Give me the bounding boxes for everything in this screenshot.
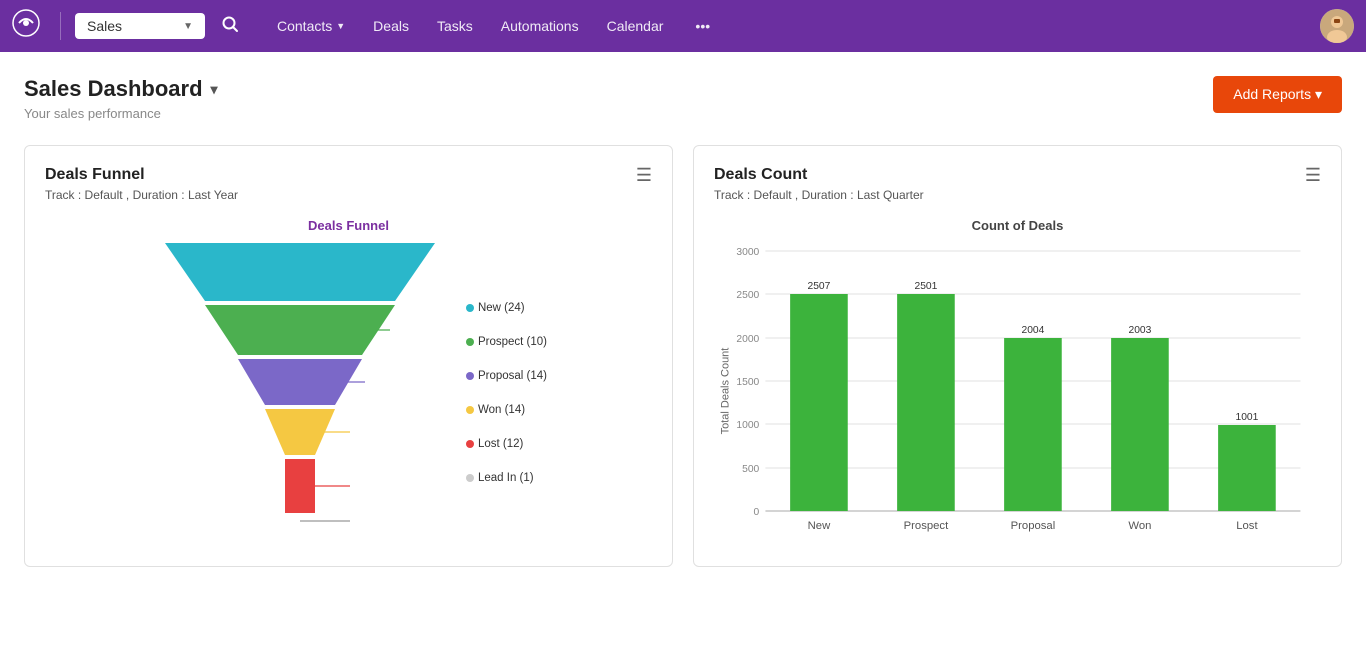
page-title: Sales Dashboard ▾ bbox=[24, 76, 218, 102]
funnel-label-proposal: Proposal (14) bbox=[466, 370, 547, 382]
funnel-dot-proposal bbox=[466, 372, 474, 380]
funnel-label-leadin: Lead In (1) bbox=[466, 472, 547, 484]
navbar: Sales ▼ Contacts ▼ Deals Tasks Automatio… bbox=[0, 0, 1366, 52]
sales-dropdown[interactable]: Sales ▼ bbox=[75, 13, 205, 39]
bar-chart-container: Total Deals Count 3000 2500 2000 1500 bbox=[714, 241, 1321, 546]
svg-text:2004: 2004 bbox=[1022, 325, 1045, 336]
add-reports-button[interactable]: Add Reports ▾ bbox=[1213, 76, 1342, 113]
svg-text:New: New bbox=[808, 520, 832, 532]
title-dropdown-icon[interactable]: ▾ bbox=[211, 81, 218, 98]
sales-dropdown-label: Sales bbox=[87, 18, 122, 34]
bar-card: Deals Count Track : Default , Duration :… bbox=[693, 145, 1342, 567]
page-subtitle: Your sales performance bbox=[24, 106, 218, 121]
dropdown-arrow-icon: ▼ bbox=[183, 21, 193, 32]
svg-text:2000: 2000 bbox=[736, 334, 759, 345]
main-content: Sales Dashboard ▾ Your sales performance… bbox=[0, 52, 1366, 656]
search-icon[interactable] bbox=[213, 15, 247, 38]
bar-chart-title: Count of Deals bbox=[714, 218, 1321, 233]
nav-links: Contacts ▼ Deals Tasks Automations Calen… bbox=[263, 12, 724, 40]
bar-chart-svg: Total Deals Count 3000 2500 2000 1500 bbox=[714, 241, 1321, 541]
funnel-dot-leadin bbox=[466, 474, 474, 482]
nav-divider bbox=[60, 12, 61, 40]
funnel-card: Deals Funnel Track : Default , Duration … bbox=[24, 145, 673, 567]
app-logo bbox=[12, 9, 40, 43]
svg-text:Lost: Lost bbox=[1236, 520, 1258, 532]
funnel-title: Deals Funnel bbox=[45, 166, 652, 184]
svg-text:Won: Won bbox=[1128, 520, 1151, 532]
nav-calendar[interactable]: Calendar bbox=[593, 12, 678, 40]
svg-text:Proposal: Proposal bbox=[1011, 520, 1056, 532]
nav-automations[interactable]: Automations bbox=[487, 12, 593, 40]
funnel-dot-prospect bbox=[466, 338, 474, 346]
svg-text:1500: 1500 bbox=[736, 377, 759, 388]
page-title-block: Sales Dashboard ▾ Your sales performance bbox=[24, 76, 218, 121]
bar-new bbox=[790, 294, 848, 511]
funnel-dot-new bbox=[466, 304, 474, 312]
funnel-subtitle: Track : Default , Duration : Last Year bbox=[45, 188, 652, 202]
funnel-svg bbox=[150, 243, 450, 538]
svg-text:0: 0 bbox=[754, 507, 760, 518]
svg-text:Total Deals Count: Total Deals Count bbox=[719, 347, 731, 435]
nav-more[interactable]: ••• bbox=[681, 12, 724, 40]
nav-deals[interactable]: Deals bbox=[359, 12, 423, 40]
funnel-chart-title: Deals Funnel bbox=[45, 218, 652, 233]
bar-prospect bbox=[897, 294, 955, 511]
bar-title: Deals Count bbox=[714, 166, 1321, 184]
nav-tasks[interactable]: Tasks bbox=[423, 12, 487, 40]
svg-text:3000: 3000 bbox=[736, 247, 759, 258]
funnel-labels: New (24) Prospect (10) Proposal (14) Won… bbox=[466, 298, 547, 484]
bar-lost bbox=[1218, 425, 1276, 511]
funnel-label-lost: Lost (12) bbox=[466, 438, 547, 450]
funnel-dot-lost bbox=[466, 440, 474, 448]
svg-text:Prospect: Prospect bbox=[904, 520, 950, 532]
funnel-dot-won bbox=[466, 406, 474, 414]
nav-contacts[interactable]: Contacts ▼ bbox=[263, 12, 359, 40]
funnel-label-prospect: Prospect (10) bbox=[466, 336, 547, 348]
funnel-label-new: New (24) bbox=[466, 302, 547, 314]
svg-text:2003: 2003 bbox=[1129, 325, 1152, 336]
bar-proposal bbox=[1004, 338, 1062, 511]
bar-subtitle: Track : Default , Duration : Last Quarte… bbox=[714, 188, 1321, 202]
funnel-label-won: Won (14) bbox=[466, 404, 547, 416]
dashboard-grid: Deals Funnel Track : Default , Duration … bbox=[24, 145, 1342, 567]
page-header: Sales Dashboard ▾ Your sales performance… bbox=[24, 76, 1342, 121]
svg-text:1000: 1000 bbox=[736, 420, 759, 431]
svg-text:2501: 2501 bbox=[915, 281, 938, 292]
svg-text:2500: 2500 bbox=[736, 290, 759, 301]
svg-text:2507: 2507 bbox=[808, 281, 831, 292]
svg-text:500: 500 bbox=[742, 464, 760, 475]
funnel-viz: New (24) Prospect (10) Proposal (14) Won… bbox=[45, 243, 652, 538]
svg-text:1001: 1001 bbox=[1236, 412, 1259, 423]
bar-menu-icon[interactable]: ☰ bbox=[1305, 166, 1321, 184]
bar-won bbox=[1111, 338, 1169, 511]
funnel-menu-icon[interactable]: ☰ bbox=[636, 166, 652, 184]
user-avatar[interactable] bbox=[1320, 9, 1354, 43]
